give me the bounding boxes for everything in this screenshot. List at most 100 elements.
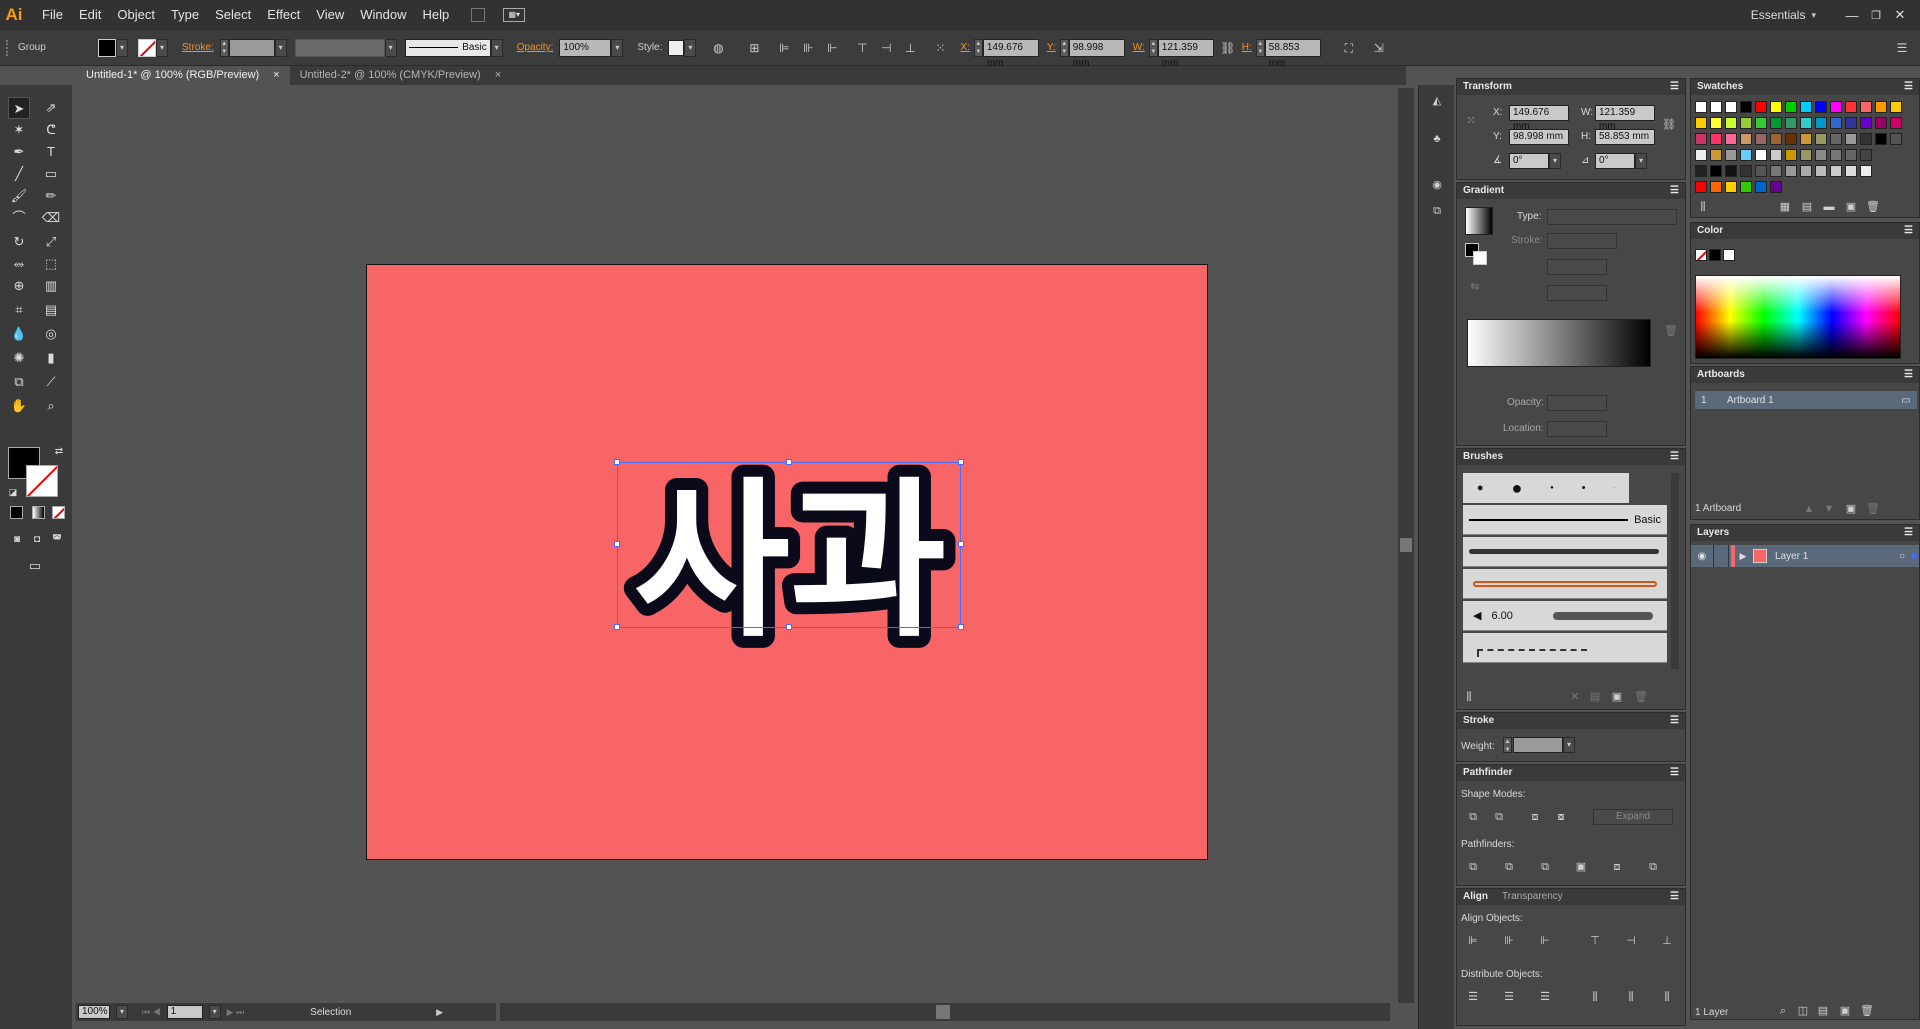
menu-help[interactable]: Help [414,0,457,30]
gradient-preview-swatch[interactable] [1465,207,1493,235]
gradient-aspect-field[interactable] [1547,285,1607,301]
y-stepper[interactable]: ▲ ▼ [1059,38,1069,57]
color-swatch[interactable] [1875,101,1887,113]
minus-front-icon[interactable]: ⧉ [1491,809,1507,825]
stroke-weight-dropdown[interactable]: ▾ [1563,737,1575,753]
color-swatch[interactable] [1800,133,1812,145]
unite-icon[interactable]: ⧉ [1465,809,1481,825]
workspace-switcher[interactable]: Essentials [1751,8,1806,22]
color-panel-header[interactable]: Color ☰ [1691,223,1919,239]
target-icon[interactable]: ○ [1895,551,1909,562]
color-swatch[interactable] [1725,117,1737,129]
stroke-dropdown[interactable]: ▾ [156,38,168,57]
variable-width-field[interactable] [294,38,385,57]
constrain-proportions-icon[interactable]: ⛓ [1661,117,1677,133]
color-swatch[interactable] [1800,117,1812,129]
color-swatch[interactable] [1845,133,1857,145]
color-swatch[interactable] [1800,101,1812,113]
first-artboard-icon[interactable]: ⏮ ◀ [142,1007,161,1018]
y-field[interactable]: 98.998 mm [1068,38,1125,69]
delete-layer-icon[interactable]: 🗑 [1859,1003,1875,1019]
color-swatch[interactable] [1710,117,1722,129]
menu-window[interactable]: Window [352,0,414,30]
color-swatch[interactable] [1785,165,1797,177]
chevron-down-icon[interactable]: ▾ [1811,10,1816,21]
make-clipping-mask-icon[interactable]: ◫ [1795,1003,1811,1019]
color-swatch[interactable] [1695,181,1707,193]
align-tab[interactable]: Align [1463,891,1488,902]
selection-indicator[interactable]: ■ [1909,551,1919,562]
color-swatch[interactable] [1755,133,1767,145]
hand-tool-icon[interactable]: ✋ [8,395,30,417]
appearance-icon[interactable]: ◉ [1429,177,1445,193]
none-color-icon[interactable] [1695,249,1707,261]
color-swatch[interactable] [1890,133,1902,145]
stroke-weight-stepper[interactable]: ▲ ▼ [1503,737,1512,753]
create-new-layer-icon[interactable]: ▣ [1837,1003,1853,1019]
stroke-panel-header[interactable]: Stroke ☰ [1457,713,1685,729]
distribute-horizontal-center-icon[interactable]: ⫼ [1623,989,1639,1005]
color-swatch[interactable] [1770,165,1782,177]
delete-swatch-icon[interactable]: 🗑 [1865,199,1881,215]
transparency-tab[interactable]: Transparency [1502,891,1563,902]
color-mode-icon[interactable] [10,506,23,519]
draw-normal-icon[interactable]: ◙ [6,529,28,551]
color-swatch[interactable] [1815,133,1827,145]
color-swatch[interactable] [1725,149,1737,161]
selection-bounding-box[interactable] [617,462,961,628]
color-swatch[interactable] [1770,149,1782,161]
color-swatch[interactable] [1740,117,1752,129]
color-swatch[interactable] [1845,165,1857,177]
brushes-scrollbar[interactable] [1671,473,1679,669]
select-similar-icon[interactable]: ⇲ [1371,40,1387,56]
brush-arrow-decorative[interactable] [1463,569,1667,599]
blob-brush-tool-icon[interactable]: ⌒ [8,207,30,229]
color-swatch[interactable] [1710,181,1722,193]
blend-tool-icon[interactable]: ◎ [40,323,62,345]
color-swatch[interactable] [1740,181,1752,193]
color-swatch[interactable] [1860,165,1872,177]
lasso-tool-icon[interactable]: ᕦ [40,119,62,141]
transform-h-field[interactable]: 58.853 mm [1595,129,1655,145]
x-stepper[interactable]: ▲ ▼ [973,38,983,57]
distribute-vertical-center-icon[interactable]: ☰ [1501,989,1517,1005]
status-menu-icon[interactable]: ▶ [436,1007,443,1018]
color-swatch[interactable] [1740,133,1752,145]
locate-object-icon[interactable]: ⌕ [1775,1003,1791,1019]
draw-inside-icon[interactable]: ◚ [46,529,68,551]
minus-back-icon[interactable]: ⧉ [1645,859,1661,875]
w-label[interactable]: W: [1133,42,1145,53]
layers-panel-header[interactable]: Layers ☰ [1691,525,1919,541]
color-swatch[interactable] [1770,101,1782,113]
none-mode-icon[interactable] [52,506,65,519]
scale-tool-icon[interactable]: ⤢ [40,231,62,253]
color-swatch[interactable] [1860,133,1872,145]
restore-icon[interactable]: ❐ [1864,9,1888,22]
zoom-tool-icon[interactable]: ⌕ [40,395,62,417]
control-panel-menu-icon[interactable]: ☰ [1894,40,1910,56]
gradient-slider[interactable] [1467,319,1651,367]
opacity-label[interactable]: Opacity: [517,42,554,53]
swatch-libraries-menu-icon[interactable]: ⫼ [1695,199,1711,215]
panel-menu-icon[interactable]: ☰ [1670,765,1679,781]
shear-dropdown[interactable]: ▾ [1635,153,1647,169]
resize-handle-left[interactable] [614,541,620,547]
fill-dropdown[interactable]: ▾ [116,38,128,57]
variable-width-dropdown[interactable]: ▾ [384,38,397,57]
color-swatch[interactable] [1845,149,1857,161]
color-swatch[interactable] [1740,101,1752,113]
resize-handle-bottom-right[interactable] [958,624,964,630]
align-left-icon[interactable]: ⊫ [776,40,792,56]
merge-icon[interactable]: ⧉ [1537,859,1553,875]
color-swatch[interactable] [1695,133,1707,145]
opacity-field[interactable]: 100% [559,38,612,57]
color-swatch[interactable] [1890,101,1902,113]
gradient-tool-icon[interactable]: ▤ [40,299,62,321]
align-to-icon[interactable]: ⊞ [746,40,762,56]
color-swatch[interactable] [1725,133,1737,145]
slice-tool-icon[interactable]: ⟋ [40,371,62,393]
arrange-documents-icon[interactable]: ▦▾ [503,8,526,22]
panel-menu-icon[interactable]: ☰ [1670,183,1679,199]
style-dropdown[interactable]: ▾ [684,38,697,57]
artboard-options-icon[interactable]: ▭ [1895,395,1917,406]
